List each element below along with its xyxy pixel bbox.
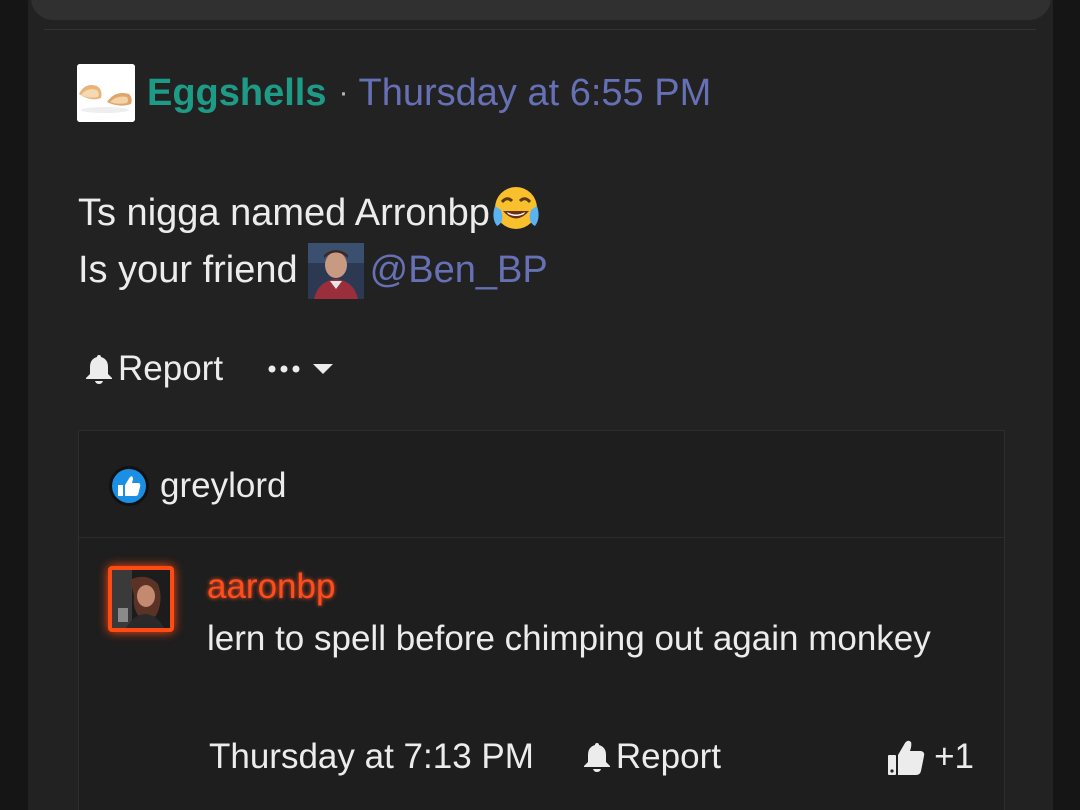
header-separator: · bbox=[338, 76, 349, 109]
reply-footer: Thursday at 7:13 PM Report +1 bbox=[209, 733, 974, 781]
user-mention-link[interactable]: @Ben_BP bbox=[370, 242, 548, 299]
post-header: Eggshells · Thursday at 6:55 PM bbox=[77, 64, 711, 122]
post-body-text-1: Ts nigga named Arronbp bbox=[78, 192, 490, 234]
page: Eggshells · Thursday at 6:55 PM Ts nigga… bbox=[0, 0, 1080, 810]
like-button[interactable]: +1 bbox=[886, 737, 974, 777]
reply-avatar-image bbox=[112, 570, 170, 628]
post-timestamp[interactable]: Thursday at 6:55 PM bbox=[359, 72, 712, 115]
like-count: +1 bbox=[934, 737, 974, 776]
mention-avatar bbox=[307, 242, 364, 299]
face-with-tears-of-joy-icon bbox=[493, 186, 539, 229]
eggshell-avatar-image bbox=[77, 64, 135, 122]
bell-icon bbox=[583, 743, 610, 772]
bell-icon bbox=[86, 355, 112, 384]
reply-timestamp[interactable]: Thursday at 7:13 PM bbox=[209, 737, 534, 777]
reactor-name[interactable]: greylord bbox=[160, 466, 286, 506]
reaction-summary[interactable]: greylord bbox=[108, 465, 286, 507]
caret-down-icon bbox=[313, 364, 334, 374]
reply-author-avatar[interactable] bbox=[108, 566, 174, 632]
post-divider bbox=[44, 29, 1036, 30]
more-options-button[interactable] bbox=[267, 362, 334, 376]
post-body-line-2: Is your friend @Ben_BP bbox=[78, 242, 548, 299]
post-body-line-1: Ts nigga named Arronbp bbox=[78, 185, 548, 242]
author-avatar[interactable] bbox=[77, 64, 135, 122]
ellipsis-icon bbox=[268, 365, 300, 373]
thumbs-up-icon bbox=[888, 740, 925, 775]
report-button[interactable]: Report bbox=[84, 349, 223, 389]
post-author-link[interactable]: Eggshells bbox=[147, 72, 327, 115]
post-body: Ts nigga named Arronbp Is your friend @B… bbox=[78, 185, 548, 299]
reply-container: greylord aaronbp lern to spell before ch… bbox=[78, 430, 1005, 810]
reply-author-link[interactable]: aaronbp bbox=[207, 567, 335, 607]
post-body-text-2: Is your friend bbox=[78, 249, 298, 291]
reply-divider bbox=[79, 537, 1004, 538]
reply-report-label: Report bbox=[615, 737, 721, 776]
previous-post-card bbox=[31, 0, 1051, 20]
reply-report-button[interactable]: Report bbox=[582, 737, 721, 777]
reply-text: lern to spell before chimping out again … bbox=[207, 619, 931, 658]
report-label: Report bbox=[118, 349, 224, 388]
like-badge-icon bbox=[109, 466, 149, 506]
post-actions: Report bbox=[84, 345, 334, 393]
